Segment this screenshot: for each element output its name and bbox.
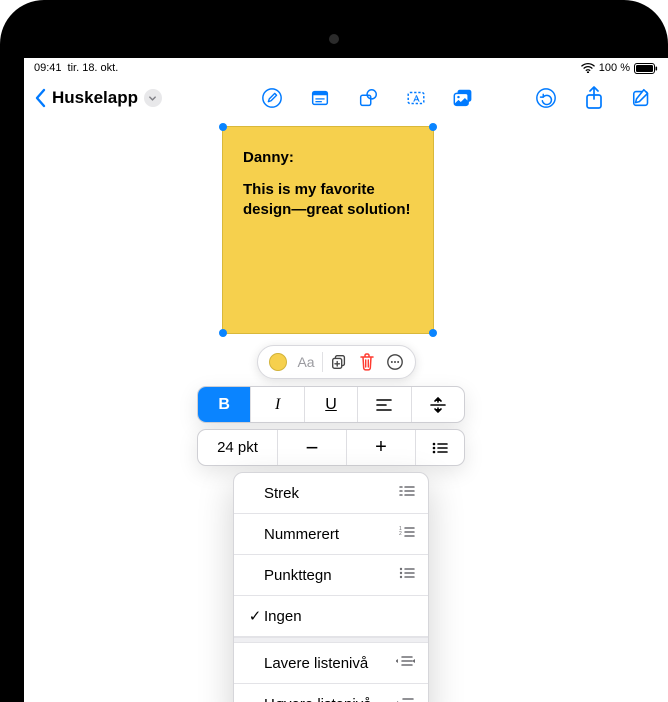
- text-box-button[interactable]: [400, 82, 432, 114]
- top-toolbar: Huskelapp: [24, 76, 668, 120]
- menu-label: Lavere listenivå: [264, 655, 396, 672]
- sticky-note[interactable]: Danny: This is my favorite design—great …: [222, 126, 434, 334]
- title-dropdown[interactable]: [144, 89, 162, 107]
- status-battery-text: 100 %: [599, 62, 630, 74]
- duplicate-button[interactable]: [325, 348, 353, 376]
- resize-handle-bl[interactable]: [219, 329, 227, 337]
- list-style-menu: Strek Nummerert 12 Punkttegn ✓Ingen Lave…: [233, 472, 429, 702]
- text-style-button[interactable]: Aa: [292, 348, 320, 376]
- more-button[interactable]: [381, 348, 409, 376]
- dash-list-icon: [398, 484, 416, 502]
- list-options-button[interactable]: [416, 430, 464, 465]
- menu-item-punkttegn[interactable]: Punkttegn: [234, 555, 428, 596]
- color-swatch-button[interactable]: [264, 348, 292, 376]
- note-body: This is my favorite design—great solutio…: [243, 180, 413, 221]
- menu-label: Strek: [264, 485, 398, 502]
- vertical-align-button[interactable]: [412, 387, 464, 422]
- menu-item-ingen[interactable]: ✓Ingen: [234, 596, 428, 637]
- bullet-list-icon: [398, 566, 416, 584]
- canvas-area[interactable]: Danny: This is my favorite design—great …: [24, 120, 668, 702]
- outdent-icon: [396, 654, 416, 672]
- separator: [322, 352, 323, 372]
- format-popover: B I U 24 pkt − + Strek Nummerert 12 Punk…: [197, 386, 465, 702]
- increase-size-button[interactable]: +: [347, 430, 416, 465]
- markup-pen-button[interactable]: [256, 82, 288, 114]
- bold-button[interactable]: B: [198, 387, 251, 422]
- italic-button[interactable]: I: [251, 387, 304, 422]
- underline-button[interactable]: U: [305, 387, 358, 422]
- undo-button[interactable]: [530, 82, 562, 114]
- menu-label: Ingen: [264, 608, 416, 625]
- numbered-list-icon: 12: [398, 525, 416, 543]
- shape-button[interactable]: [352, 82, 384, 114]
- menu-item-lavere[interactable]: Lavere listenivå: [234, 643, 428, 684]
- resize-handle-tl[interactable]: [219, 123, 227, 131]
- share-button[interactable]: [578, 82, 610, 114]
- format-row-1: B I U: [197, 386, 465, 423]
- note-header: Danny:: [243, 149, 413, 166]
- decrease-size-button[interactable]: −: [278, 430, 347, 465]
- page-title: Huskelapp: [52, 88, 138, 108]
- image-button[interactable]: [448, 82, 480, 114]
- back-button[interactable]: [34, 88, 48, 108]
- status-time: 09:41: [34, 62, 62, 74]
- indent-icon: [396, 696, 416, 702]
- status-bar: 09:41 tir. 18. okt. 100 %: [24, 58, 668, 76]
- format-row-2: 24 pkt − +: [197, 429, 465, 466]
- menu-item-nummerert[interactable]: Nummerert 12: [234, 514, 428, 555]
- menu-item-strek[interactable]: Strek: [234, 473, 428, 514]
- wifi-icon: [581, 63, 595, 73]
- font-size-value[interactable]: 24 pkt: [198, 430, 278, 465]
- menu-label: Nummerert: [264, 526, 398, 543]
- note-button[interactable]: [304, 82, 336, 114]
- menu-item-hoyere[interactable]: Høyere listenivå: [234, 684, 428, 702]
- delete-button[interactable]: [353, 348, 381, 376]
- checkmark-icon: ✓: [246, 607, 264, 625]
- compose-button[interactable]: [626, 82, 658, 114]
- context-toolbar: Aa: [257, 345, 416, 379]
- menu-label: Punkttegn: [264, 567, 398, 584]
- status-date: tir. 18. okt.: [68, 62, 119, 74]
- align-button[interactable]: [358, 387, 411, 422]
- battery-icon: [634, 63, 658, 74]
- resize-handle-tr[interactable]: [429, 123, 437, 131]
- svg-text:2: 2: [399, 531, 402, 537]
- menu-label: Høyere listenivå: [264, 696, 396, 702]
- resize-handle-br[interactable]: [429, 329, 437, 337]
